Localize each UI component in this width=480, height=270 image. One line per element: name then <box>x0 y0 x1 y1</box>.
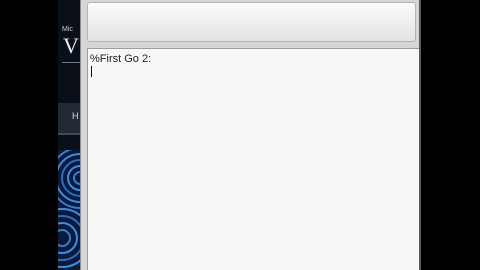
background-logo-small: Mic <box>62 26 73 33</box>
text-cursor <box>91 66 92 77</box>
editor-line-1[interactable]: %First Go 2: <box>90 53 151 65</box>
background-logo-large: V <box>63 33 79 58</box>
background-menu-label[interactable]: H <box>72 111 79 121</box>
window-edge <box>419 0 421 270</box>
editor-window[interactable]: %First Go 2: <box>80 0 421 270</box>
toolbar-area[interactable] <box>87 2 416 42</box>
text-editor[interactable]: %First Go 2: <box>87 48 420 270</box>
screen: Mic V H %First Go 2: <box>0 0 480 270</box>
